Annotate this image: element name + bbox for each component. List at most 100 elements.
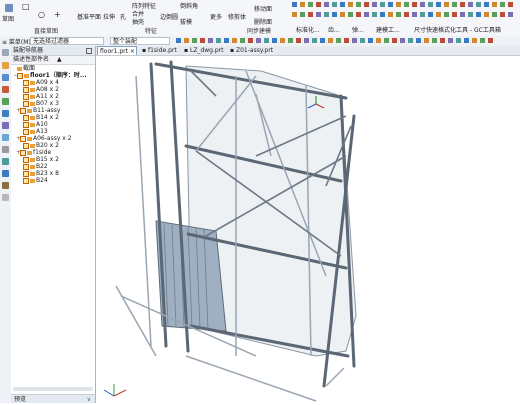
ribbon-tool-icon[interactable] [492,12,497,17]
snap-point-icon[interactable] [368,38,373,43]
ribbon-tool-icon[interactable] [356,2,361,7]
tree-row[interactable]: A09 x 4 [19,79,59,86]
ribbon-tool-icon[interactable] [324,12,329,17]
history-icon[interactable] [2,134,9,141]
ribbon-tool-icon[interactable] [380,2,385,7]
snap-point-icon[interactable] [328,38,333,43]
ribbon-tool-icon[interactable] [436,12,441,17]
snap-point-icon[interactable] [216,38,221,43]
visibility-checkbox[interactable] [23,93,29,100]
snap-point-icon[interactable] [200,38,205,43]
ribbon-tool-icon[interactable] [316,2,321,7]
tab-floor1[interactable]: floor1.prt × [97,46,137,55]
snap-point-icon[interactable] [416,38,421,43]
ribbon-tool-icon[interactable] [348,2,353,7]
snap-point-icon[interactable] [456,38,461,43]
point-tool-button[interactable]: + [54,10,61,19]
palette-icon[interactable] [2,194,9,201]
ribbon-tool-icon[interactable] [396,12,401,17]
visibility-checkbox[interactable] [23,128,29,135]
ribbon-tool-icon[interactable] [300,12,305,17]
ribbon-tool-icon[interactable] [468,12,473,17]
move-face-button[interactable]: 移动面 [254,4,272,13]
ribbon-tool-icon[interactable] [500,12,505,17]
tree-row[interactable]: B14 x 2 [19,114,59,121]
ribbon-tool-icon[interactable] [292,2,297,7]
snap-point-icon[interactable] [240,38,245,43]
tree-row[interactable]: B15 x 2 [19,156,59,163]
tab-lz-dwg[interactable]: ▪ LZ_dwg.prt [182,46,226,55]
ribbon-tool-icon[interactable] [324,2,329,7]
snap-point-icon[interactable] [480,38,485,43]
snap-point-icon[interactable] [464,38,469,43]
graphics-window[interactable] [96,56,520,403]
ribbon-tool-icon[interactable] [396,2,401,7]
snap-point-icon[interactable] [376,38,381,43]
visibility-checkbox[interactable] [23,114,29,121]
preview-panel-header[interactable]: 预览 ∨ [11,394,95,403]
ribbon-tool-icon[interactable] [388,12,393,17]
ribbon-tool-icon[interactable] [356,12,361,17]
snap-point-icon[interactable] [424,38,429,43]
reuse-library-icon[interactable] [2,98,9,105]
ribbon-tool-icon[interactable] [484,12,489,17]
tree-row[interactable]: B22 [19,163,48,170]
part-navigator-icon[interactable] [2,86,9,93]
visibility-checkbox[interactable] [23,79,29,86]
visibility-checkbox[interactable] [23,100,29,107]
tab-f1side[interactable]: ▪ f1side.prt [140,46,179,55]
ribbon-tool-icon[interactable] [340,2,345,7]
snap-point-icon[interactable] [392,38,397,43]
assembly-navigator-icon[interactable] [2,62,9,69]
snap-point-icon[interactable] [384,38,389,43]
tree-row[interactable]: − floor1（顺序：时... [13,72,87,79]
circle-tool-button[interactable]: ○ [38,10,45,19]
visibility-checkbox[interactable] [23,156,29,163]
ribbon-tool-icon[interactable] [292,12,297,17]
snap-point-icon[interactable] [232,38,237,43]
ribbon-tool-icon[interactable] [420,12,425,17]
snap-point-icon[interactable] [248,38,253,43]
close-icon[interactable]: × [130,48,135,55]
visibility-checkbox[interactable] [20,107,26,114]
visibility-checkbox[interactable] [23,142,29,149]
constraint-navigator-icon[interactable] [2,74,9,81]
ribbon-tool-icon[interactable] [348,12,353,17]
tree-row[interactable]: A08 x 2 [19,86,59,93]
visibility-checkbox[interactable] [23,177,29,184]
ribbon-tool-icon[interactable] [436,2,441,7]
settings-icon[interactable] [2,49,9,56]
datum-plane-button[interactable]: 基准平面 [77,12,101,21]
visibility-checkbox[interactable] [23,170,29,177]
ribbon-tool-icon[interactable] [476,12,481,17]
ribbon-tool-icon[interactable] [372,12,377,17]
pin-icon[interactable] [86,48,92,54]
draft-button[interactable]: 拔模 [180,17,192,26]
ribbon-tool-icon[interactable] [364,2,369,7]
ribbon-tool-icon[interactable] [444,12,449,17]
ribbon-tool-icon[interactable] [308,2,313,7]
assembly-model-view[interactable] [96,56,520,403]
shell-button[interactable]: 抽壳 [132,17,144,26]
snap-point-icon[interactable] [192,38,197,43]
tree-row[interactable]: + f1side [16,149,51,156]
process-studio-icon[interactable] [2,158,9,165]
ribbon-tool-icon[interactable] [308,12,313,17]
tree-row[interactable]: + A06-assy x 2 [16,135,72,142]
chamfer-button[interactable]: 倒斜角 [180,1,198,10]
ribbon-tool-icon[interactable] [492,2,497,7]
system-scenes-icon[interactable] [2,182,9,189]
tree-row[interactable]: A11 x 2 [19,93,59,100]
snap-point-icon[interactable] [320,38,325,43]
ribbon-tool-icon[interactable] [428,12,433,17]
system-materials-icon[interactable] [2,146,9,153]
snap-toolbar-icons[interactable] [176,37,516,46]
snap-point-icon[interactable] [176,38,181,43]
ribbon-tool-icon[interactable] [404,12,409,17]
ribbon-tool-icon[interactable] [460,12,465,17]
ribbon-tool-icon[interactable] [372,2,377,7]
ribbon-tool-icon[interactable] [468,2,473,7]
modeling-tools-button[interactable]: 建模工... [376,25,400,34]
ribbon-tool-icon[interactable] [340,12,345,17]
tree-row[interactable]: B24 [19,177,48,184]
